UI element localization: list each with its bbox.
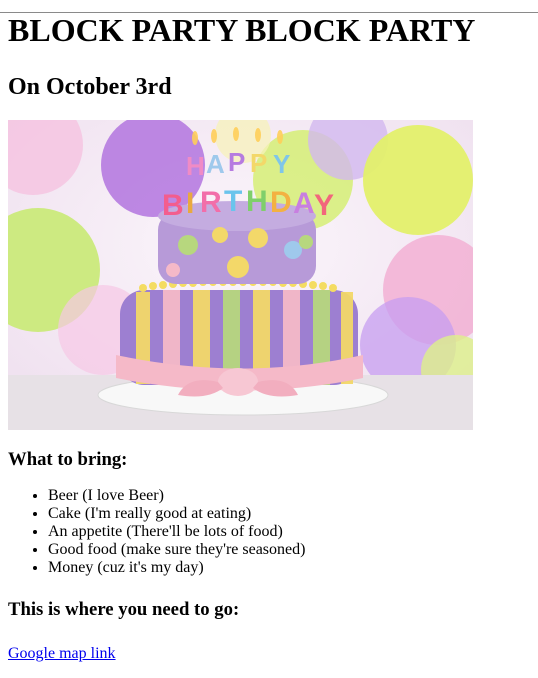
list-item: An appetite (There'll be lots of food) xyxy=(48,523,530,541)
page-title: BLOCK PARTY BLOCK PARTY xyxy=(8,12,476,48)
page-subtitle: On October 3rd xyxy=(8,74,172,100)
list-item: Money (cuz it's my day) xyxy=(48,559,530,577)
google-map-link[interactable]: Google map link xyxy=(8,645,116,662)
svg-text:H: H xyxy=(246,185,268,218)
list-item: Beer (I love Beer) xyxy=(48,487,530,505)
directions-heading: This is where you need to go: xyxy=(8,599,240,620)
svg-text:R: R xyxy=(200,186,222,219)
birthday-cake-image: H A P P Y B I R T H D A Y xyxy=(8,120,473,430)
bring-heading: What to bring: xyxy=(8,449,128,470)
svg-text:P: P xyxy=(250,148,267,178)
bring-list: Beer (I love Beer) Cake (I'm really good… xyxy=(8,487,530,577)
list-item: Cake (I'm really good at eating) xyxy=(48,505,530,523)
svg-text:H: H xyxy=(186,151,205,181)
svg-text:D: D xyxy=(270,186,292,219)
svg-text:I: I xyxy=(186,187,194,220)
svg-text:P: P xyxy=(228,147,245,177)
page-content: BLOCK PARTY BLOCK PARTY On October 3rd H… xyxy=(0,12,538,663)
svg-text:Y: Y xyxy=(273,149,290,179)
svg-text:A: A xyxy=(206,149,225,179)
svg-text:B: B xyxy=(162,189,184,222)
svg-text:T: T xyxy=(224,185,242,218)
svg-text:A: A xyxy=(293,187,315,220)
link-row: Google map link xyxy=(8,645,530,663)
top-border xyxy=(0,12,538,13)
list-item: Good food (make sure they're seasoned) xyxy=(48,541,530,559)
svg-text:Y: Y xyxy=(314,189,334,222)
